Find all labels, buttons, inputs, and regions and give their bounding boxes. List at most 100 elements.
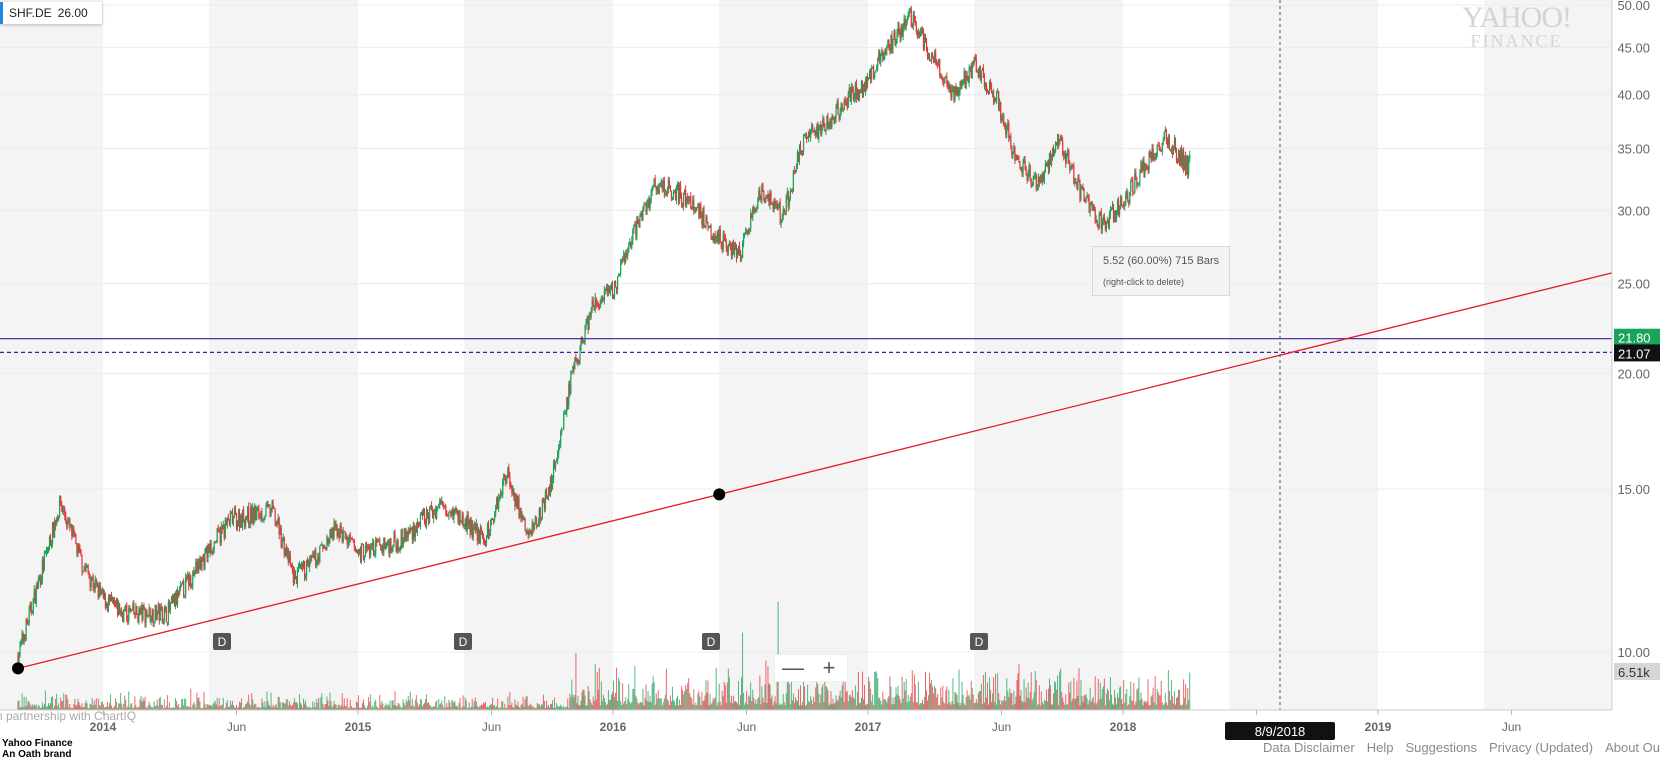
volume-bar: [634, 665, 636, 710]
volume-bar: [1141, 698, 1143, 710]
volume-bar: [496, 706, 498, 710]
candle-body: [19, 642, 21, 656]
candle-body: [683, 193, 685, 206]
volume-bar: [711, 702, 713, 710]
volume-bar: [510, 705, 512, 710]
candle-body: [602, 299, 604, 301]
volume-bar: [604, 702, 606, 710]
volume-bar: [349, 699, 351, 710]
candle-body: [379, 540, 381, 546]
volume-bar: [670, 701, 672, 710]
symbol-box[interactable]: SHF.DE 26.00: [0, 2, 102, 24]
volume-bar: [592, 696, 594, 710]
volume-bar: [405, 699, 407, 710]
volume-bar: [885, 700, 887, 710]
candle-body: [43, 552, 46, 570]
candle-body: [759, 190, 761, 198]
footer-link-disclaimer[interactable]: Data Disclaimer: [1263, 740, 1355, 755]
volume-bar: [842, 681, 844, 710]
footer-link-suggestions[interactable]: Suggestions: [1405, 740, 1477, 755]
price-chart[interactable]: 50.00 45.00 40.00 35.00 30.00 25.00 20.00 15.00…: [0, 0, 1660, 754]
volume-bar: [946, 686, 948, 710]
volume-bar: [937, 693, 939, 710]
volume-bar: [232, 705, 234, 710]
candle-body: [741, 243, 744, 259]
candle-body: [837, 101, 839, 115]
volume-bar: [134, 696, 136, 710]
volume-bar: [870, 689, 872, 710]
volume-bar: [1028, 698, 1030, 710]
volume-bar: [226, 699, 228, 710]
volume-bar: [342, 706, 344, 710]
volume-bar: [933, 693, 935, 710]
candle-body: [258, 507, 260, 517]
candle-body: [725, 240, 727, 248]
volume-bar: [344, 705, 346, 710]
candle-body: [442, 501, 444, 507]
candle-body: [1124, 205, 1126, 207]
candle-body: [924, 36, 927, 42]
footer-link-help[interactable]: Help: [1367, 740, 1394, 755]
volume-bar: [832, 698, 834, 710]
candle-body: [37, 579, 39, 589]
candle-body: [423, 512, 426, 522]
volume-bar: [652, 676, 654, 710]
candle-body: [907, 15, 909, 19]
candle-body: [925, 41, 928, 48]
trendline-anchor[interactable]: [713, 488, 726, 501]
volume-bar: [773, 701, 775, 710]
volume-bar: [607, 689, 609, 710]
volume-bar: [955, 692, 957, 710]
trendline-anchor[interactable]: [12, 662, 24, 675]
volume-bar: [910, 693, 912, 710]
volume-bar: [1153, 702, 1155, 710]
measurement-tooltip[interactable]: 5.52 (60.00%) 715 Bars (right-click to d…: [1092, 246, 1230, 296]
volume-bar: [945, 690, 947, 710]
candle-body: [460, 520, 462, 522]
candle-body: [297, 567, 300, 570]
candle-body: [694, 211, 696, 213]
volume-bar: [245, 704, 247, 710]
candle-body: [232, 517, 235, 523]
candle-body: [557, 454, 559, 461]
volume-bar: [1134, 704, 1136, 710]
volume-bar: [947, 703, 949, 710]
volume-bar: [304, 703, 306, 710]
zoom-in-button[interactable]: +: [811, 655, 847, 681]
candle-body: [386, 543, 388, 545]
volume-bar: [483, 703, 485, 710]
footer-link-about[interactable]: About Ou: [1605, 740, 1660, 755]
measurement-hint: (right-click to delete): [1103, 277, 1185, 287]
candle-body: [445, 506, 447, 514]
volume-bar: [807, 684, 809, 710]
volume-bar: [1163, 703, 1165, 710]
volume-bar: [591, 704, 593, 710]
volume-bar: [474, 697, 476, 710]
candle-body: [494, 514, 496, 521]
volume-bar: [625, 697, 627, 710]
zoom-out-button[interactable]: —: [775, 655, 811, 681]
volume-bar: [861, 671, 863, 710]
volume-bar: [892, 697, 894, 710]
volume-bar: [1094, 676, 1096, 710]
candle-body: [658, 186, 660, 194]
volume-bar: [895, 687, 897, 710]
volume-bar: [957, 702, 959, 710]
volume-bar: [66, 695, 68, 710]
candle-body: [431, 505, 433, 510]
volume-bar: [212, 703, 214, 710]
volume-bar: [216, 697, 218, 710]
volume-bar: [987, 704, 989, 710]
volume-bar: [291, 705, 293, 710]
footer-link-privacy[interactable]: Privacy (Updated): [1489, 740, 1593, 755]
candle-body: [289, 554, 291, 565]
volume-bar: [491, 704, 493, 710]
volume-bar: [891, 704, 893, 710]
volume-bar: [784, 705, 786, 710]
volume-bar: [661, 705, 663, 710]
period-band: [209, 0, 358, 710]
x-tick-label: 2018: [1110, 720, 1137, 734]
volume-bar: [1100, 698, 1102, 710]
candle-body: [1172, 149, 1175, 154]
volume-bar: [821, 687, 823, 710]
